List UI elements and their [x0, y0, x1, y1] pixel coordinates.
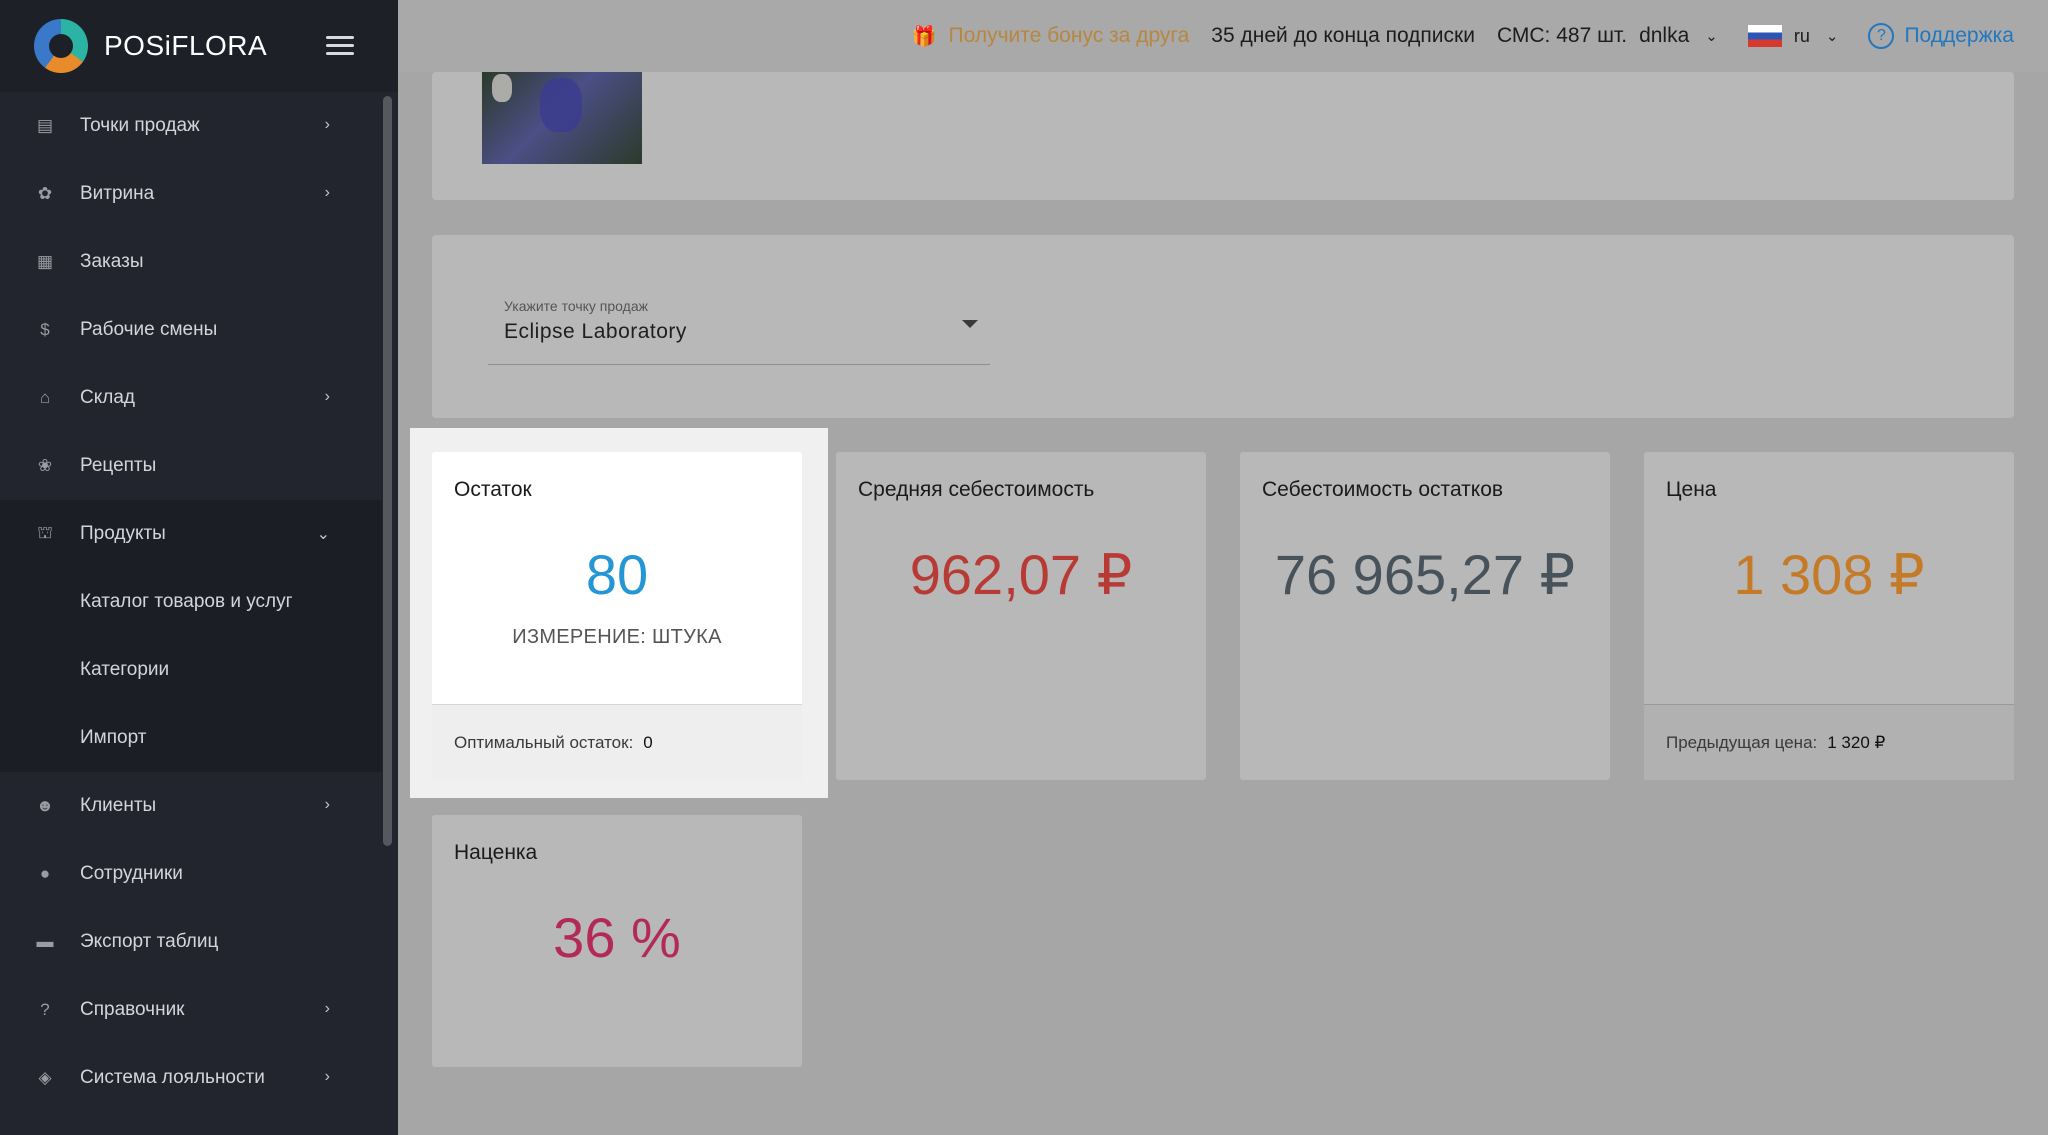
sidebar-item-products[interactable]: ⛫ Продукты ⌄: [0, 500, 382, 568]
brand-name: POSiFLORA: [104, 30, 268, 61]
stock-card: Остаток 80 ИЗМЕРЕНИЕ: ШТУКА Оптимальный …: [432, 452, 802, 780]
sidebar: POSiFLORA ▤ Точки продаж › ✿ Витрина › ▦…: [0, 0, 398, 1135]
store-icon: ▤: [36, 116, 54, 135]
price-card: Цена 1 308 ₽ Предыдущая цена: 1 320 ₽: [1644, 452, 2014, 780]
folder-icon: ▬: [36, 932, 54, 951]
sidebar-subitem-import[interactable]: Импорт: [0, 704, 382, 772]
client-icon: ☻: [36, 796, 54, 815]
chevron-down-icon: ⌄: [1825, 28, 1839, 45]
product-image-card: [432, 72, 2014, 200]
sidebar-item-label: Витрина: [80, 183, 155, 204]
markup-title: Наценка: [454, 841, 538, 864]
support-label: Поддержка: [1904, 24, 2014, 47]
price-value: 1 308 ₽: [1733, 543, 1925, 606]
person-icon: ●: [39, 864, 51, 883]
sidebar-item-shifts[interactable]: $ Рабочие смены: [0, 296, 382, 364]
brand-bar: POSiFLORA: [0, 0, 398, 92]
chevron-right-icon: ›: [324, 1000, 330, 1017]
stock-footer: Оптимальный остаток: 0: [432, 704, 802, 780]
sidebar-item-orders[interactable]: ▦ Заказы: [0, 228, 382, 296]
chevron-right-icon: ›: [324, 796, 330, 813]
price-footer: Предыдущая цена: 1 320 ₽: [1644, 704, 2014, 780]
avg-cost-title: Средняя себестоимость: [858, 478, 1095, 501]
calendar-icon: ▦: [36, 252, 54, 271]
sidebar-item-label: Рецепты: [80, 455, 157, 476]
recipe-icon: ❀: [37, 456, 53, 475]
pos-select[interactable]: Укажите точку продаж Eclipse Laboratory: [488, 294, 990, 365]
posiflora-logo: [34, 19, 88, 73]
question-icon: ?: [1868, 23, 1895, 49]
price-title: Цена: [1666, 478, 1717, 501]
chevron-right-icon: ›: [324, 388, 330, 405]
chevron-right-icon: ›: [324, 1068, 330, 1085]
russia-flag-icon: [1747, 25, 1782, 47]
bonus-link[interactable]: 🎁 Получите бонус за друга: [912, 24, 1190, 49]
topbar: 🎁 Получите бонус за друга 35 дней до кон…: [398, 0, 2048, 72]
sidebar-item-warehouse[interactable]: ⌂ Склад ›: [0, 364, 382, 432]
language-code: ru: [1793, 25, 1810, 46]
sidebar-item-showcase[interactable]: ✿ Витрина ›: [0, 160, 382, 228]
sidebar-item-points-of-sale[interactable]: ▤ Точки продаж ›: [0, 92, 382, 160]
sms-count: СМС: 487 шт.: [1496, 24, 1628, 47]
pos-select-label: Укажите точку продаж: [504, 298, 648, 314]
language-selector[interactable]: ru ⌄: [1747, 25, 1839, 47]
bonus-label: Получите бонус за друга: [948, 24, 1190, 47]
sidebar-item-label: Система лояльности: [80, 1067, 265, 1088]
pos-select-value: Eclipse Laboratory: [504, 320, 687, 343]
sidebar-item-clients[interactable]: ☻ Клиенты ›: [0, 772, 382, 840]
avg-cost-value: 962,07 ₽: [909, 543, 1133, 606]
stock-title: Остаток: [454, 478, 532, 501]
sidebar-item-label: Рабочие смены: [80, 319, 218, 340]
warehouse-icon: ⌂: [39, 388, 51, 407]
products-submenu: Каталог товаров и услуг Категории Импорт: [0, 568, 382, 772]
chevron-down-icon: ⌄: [1705, 28, 1718, 45]
optimal-stock-value: 0: [643, 732, 653, 752]
user-menu[interactable]: dnlka ⌄: [1639, 24, 1718, 48]
sidebar-item-label: Заказы: [80, 251, 144, 272]
optimal-stock-label: Оптимальный остаток:: [454, 732, 634, 752]
previous-price-label: Предыдущая цена:: [1666, 732, 1818, 752]
sidebar-item-label: Точки продаж: [80, 115, 200, 136]
chevron-right-icon: ›: [324, 116, 330, 133]
sidebar-item-employees[interactable]: ● Сотрудники: [0, 840, 382, 908]
dollar-icon: $: [40, 320, 50, 339]
sidebar-item-reference[interactable]: ? Справочник ›: [0, 976, 382, 1044]
menu-icon[interactable]: [326, 36, 354, 56]
subscription-status: 35 дней до конца подписки: [1211, 24, 1475, 47]
stock-unit: ИЗМЕРЕНИЕ: ШТУКА: [512, 626, 722, 648]
sidebar-subitem-categories[interactable]: Категории: [0, 636, 382, 704]
sidebar-item-recipes[interactable]: ❀ Рецепты: [0, 432, 382, 500]
support-link[interactable]: ? Поддержка: [1868, 23, 2014, 49]
chevron-down-icon: ⌄: [316, 526, 330, 543]
markup-value: 36 %: [553, 906, 681, 969]
sidebar-item-label: Справочник: [80, 999, 185, 1020]
bouquet-icon: ✿: [37, 184, 53, 203]
sidebar-scrollbar[interactable]: [383, 96, 392, 846]
gift-icon: 🎁: [911, 25, 937, 48]
previous-price-value: 1 320 ₽: [1827, 732, 1886, 752]
sidebar-item-label: Сотрудники: [80, 863, 183, 884]
avg-cost-card: Средняя себестоимость 962,07 ₽: [836, 452, 1206, 780]
chevron-right-icon: ›: [324, 184, 330, 201]
sidebar-item-export[interactable]: ▬ Экспорт таблиц: [0, 908, 382, 976]
stock-value: 80: [585, 543, 649, 606]
user-name: dnlka: [1639, 24, 1690, 47]
sidebar-item-label: Склад: [80, 387, 135, 408]
sidebar-subitem-catalog[interactable]: Каталог товаров и услуг: [0, 568, 382, 636]
sidebar-item-label: Клиенты: [80, 795, 157, 816]
stock-cost-card: Себестоимость остатков 76 965,27 ₽: [1240, 452, 1610, 780]
sidebar-item-loyalty[interactable]: ◈ Система лояльности ›: [0, 1044, 382, 1112]
sidebar-nav: ▤ Точки продаж › ✿ Витрина › ▦ Заказы $ …: [0, 92, 382, 1112]
help-icon: ?: [40, 1000, 50, 1019]
product-photo: [482, 72, 642, 164]
tag-icon: ◈: [38, 1068, 52, 1087]
markup-card: Наценка 36 %: [432, 815, 802, 1067]
stock-cost-value: 76 965,27 ₽: [1274, 543, 1576, 606]
sidebar-item-label: Продукты: [80, 523, 166, 544]
sidebar-item-label: Экспорт таблиц: [80, 931, 219, 952]
caret-down-icon: [962, 320, 978, 328]
basket-icon: ⛫: [37, 523, 53, 542]
stock-cost-title: Себестоимость остатков: [1262, 478, 1504, 501]
